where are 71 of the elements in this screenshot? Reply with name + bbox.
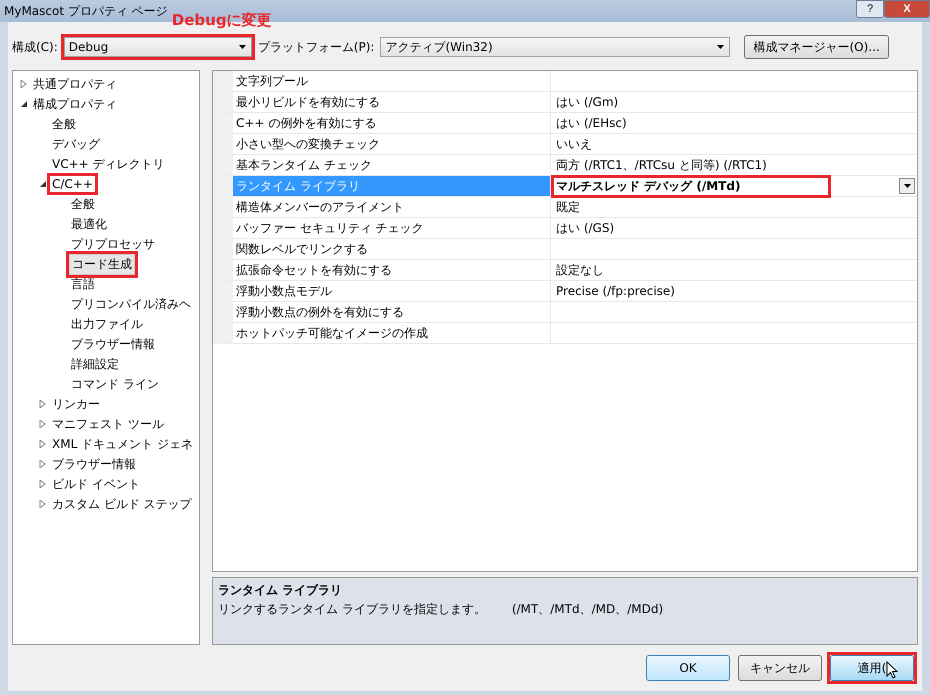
platform-dropdown[interactable]: アクティブ(Win32) <box>380 37 730 57</box>
expand-icon[interactable] <box>39 500 47 508</box>
tree-item[interactable]: 全般 <box>69 194 97 214</box>
dialog-button[interactable]: OK <box>646 655 730 681</box>
tree-item[interactable]: C/C++ <box>50 176 95 192</box>
window-title: MyMascot プロパティ ページ <box>4 2 168 20</box>
property-name[interactable]: 文字列プール <box>233 71 551 91</box>
collapse-icon[interactable] <box>39 180 47 188</box>
configuration-label: 構成(C): <box>12 38 58 56</box>
tree-item[interactable]: ビルド イベント <box>50 474 142 494</box>
title-bar-button[interactable]: X <box>884 0 930 18</box>
tree-item[interactable]: 最適化 <box>69 214 109 234</box>
annotation-text: Debugに変更 <box>172 11 272 30</box>
property-name[interactable]: 基本ランタイム チェック <box>233 155 551 175</box>
tree-item[interactable]: プリコンパイル済みヘ <box>69 294 193 314</box>
tree-item[interactable]: マニフェスト ツール <box>50 414 166 434</box>
property-name[interactable]: C++ の例外を有効にする <box>233 113 551 133</box>
expand-icon[interactable] <box>39 440 47 448</box>
tree-item[interactable]: コマンド ライン <box>69 374 161 394</box>
description-options: (/MT、/MTd、/MD、/MDd) <box>512 601 664 618</box>
property-value: はい (/GS) <box>555 220 616 236</box>
property-value: はい (/Gm) <box>555 94 620 110</box>
tree-item[interactable]: VC++ ディレクトリ <box>50 154 167 174</box>
property-value: 設定なし <box>555 262 605 278</box>
description-text: リンクするランタイム ライブラリを指定します。 <box>218 601 486 618</box>
property-name[interactable]: 最小リビルドを有効にする <box>233 92 551 112</box>
expand-icon[interactable] <box>39 480 47 488</box>
tree-item[interactable]: 出力ファイル <box>69 314 145 334</box>
tree-item[interactable]: デバッグ <box>50 134 102 154</box>
dropdown-arrow-icon <box>717 45 724 49</box>
tree-item[interactable]: 全般 <box>50 114 78 134</box>
cursor-icon <box>886 661 898 679</box>
property-value: マルチスレッド デバッグ (/MTd) <box>554 178 828 194</box>
property-name[interactable]: ホットパッチ可能なイメージの作成 <box>233 323 551 343</box>
tree-item[interactable]: プリプロセッサ <box>69 234 157 254</box>
property-name[interactable]: バッファー セキュリティ チェック <box>233 218 551 238</box>
dropdown-arrow-icon <box>238 45 246 49</box>
caret-icon <box>904 184 910 188</box>
property-value: いいえ <box>555 136 593 152</box>
expand-icon[interactable] <box>39 460 47 468</box>
expand-icon[interactable] <box>20 80 28 88</box>
dialog-button[interactable]: キャンセル <box>738 655 822 681</box>
platform-label: プラットフォーム(P): <box>258 38 374 56</box>
tree-item[interactable]: XML ドキュメント ジェネ <box>50 434 195 454</box>
property-value: 両方 (/RTC1、/RTCsu と同等) (/RTC1) <box>555 156 768 174</box>
property-name[interactable]: 構造体メンバーのアライメント <box>233 197 551 217</box>
dialog-button[interactable]: 適用( <box>830 655 914 681</box>
property-value: はい (/EHsc) <box>555 114 628 132</box>
property-name[interactable]: 小さい型への変換チェック <box>233 134 551 154</box>
tree-item[interactable]: 言語 <box>69 274 97 294</box>
title-bar-button[interactable]: ? <box>856 0 884 18</box>
property-value: Precise (/fp:precise) <box>555 284 676 298</box>
dropdown-button[interactable] <box>899 178 915 194</box>
expand-icon[interactable] <box>39 400 47 408</box>
property-name[interactable]: 関数レベルでリンクする <box>233 239 551 259</box>
tree-item[interactable]: 構成プロパティ <box>31 94 119 114</box>
property-name[interactable]: 浮動小数点モデル <box>233 281 551 301</box>
property-name[interactable]: 浮動小数点の例外を有効にする <box>233 302 551 322</box>
tree-item[interactable]: 詳細設定 <box>69 354 121 374</box>
tree-item[interactable]: ブラウザー情報 <box>69 334 157 354</box>
property-value: 既定 <box>555 198 581 216</box>
tree-item[interactable]: リンカー <box>50 394 102 414</box>
collapse-icon[interactable] <box>20 100 28 108</box>
property-name[interactable]: 拡張命令セットを有効にする <box>233 260 551 280</box>
description-title: ランタイム ライブラリ <box>218 582 344 599</box>
tree-item[interactable]: カスタム ビルド ステップ <box>50 494 194 514</box>
configuration-dropdown[interactable]: Debug <box>64 37 252 57</box>
expand-icon[interactable] <box>39 420 47 428</box>
tree-item[interactable]: ブラウザー情報 <box>50 454 138 474</box>
configuration-manager-button[interactable]: 構成マネージャー(O)... <box>744 35 889 59</box>
tree-item[interactable]: 共通プロパティ <box>31 74 119 94</box>
